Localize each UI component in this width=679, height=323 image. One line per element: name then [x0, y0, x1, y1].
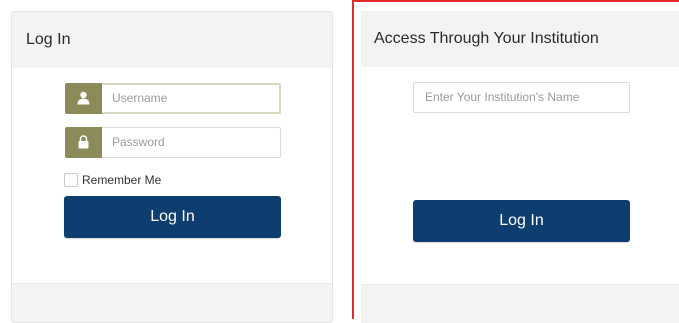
username-addon [65, 83, 102, 114]
username-input[interactable]: Username [102, 83, 281, 114]
username-group: Username [65, 83, 281, 114]
password-group: Password [65, 127, 281, 158]
remember-me-label[interactable]: Remember Me [82, 173, 161, 188]
login-panel: Log In Username Password Remember Me Log… [11, 11, 333, 323]
remember-me-checkbox[interactable] [64, 173, 78, 187]
login-panel-title: Log In [26, 31, 71, 48]
login-button[interactable]: Log In [64, 196, 281, 238]
login-panel-header: Log In [12, 12, 332, 68]
password-input[interactable]: Password [102, 127, 281, 158]
highlight-frame [352, 0, 679, 319]
password-addon [65, 127, 102, 158]
login-panel-footer [12, 283, 332, 322]
user-icon [77, 91, 90, 105]
lock-icon [78, 135, 89, 149]
